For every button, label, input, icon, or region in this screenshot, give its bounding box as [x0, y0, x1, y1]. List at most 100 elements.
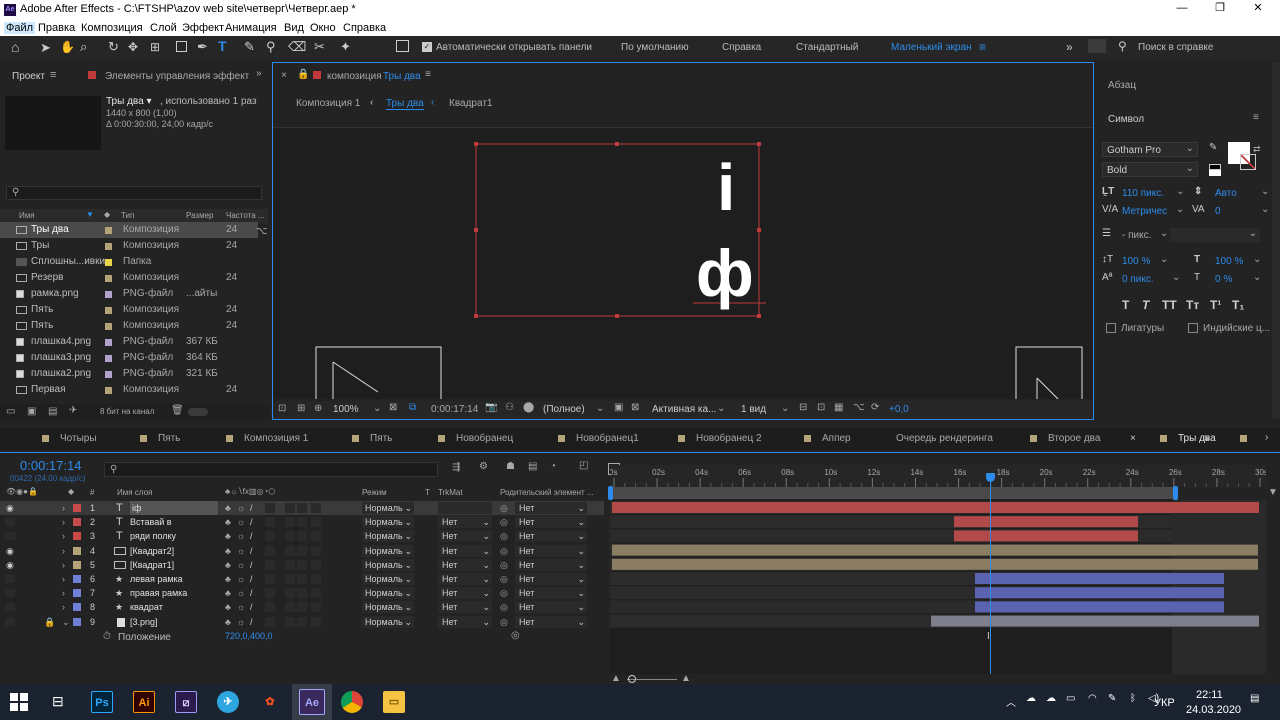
- parent-select[interactable]: Нет ⌄: [515, 558, 587, 571]
- region-icon[interactable]: ⊕: [314, 403, 322, 414]
- parent-select[interactable]: Нет ⌄: [515, 530, 587, 543]
- camera-select[interactable]: Активная ка...: [652, 404, 716, 415]
- chevron-down-icon[interactable]: ⌄: [596, 403, 604, 414]
- layer-switch-box[interactable]: [285, 531, 295, 542]
- label-color-swatch[interactable]: [105, 323, 112, 330]
- visibility-eye-icon[interactable]: ◉: [6, 544, 14, 558]
- layer-switch-box[interactable]: [265, 574, 275, 584]
- resolution-grid-icon[interactable]: ⊠: [389, 402, 397, 413]
- hand-tool-icon[interactable]: ✋: [60, 40, 75, 54]
- camera-tool-icon[interactable]: ✥: [128, 40, 138, 54]
- workspace-menu-icon[interactable]: ≡: [979, 40, 986, 54]
- swap-colors-icon[interactable]: ⇄: [1253, 144, 1261, 155]
- search-help-box[interactable]: [1088, 39, 1106, 53]
- views-select[interactable]: 1 вид: [741, 404, 766, 415]
- quality-switch-icon[interactable]: /: [250, 615, 253, 629]
- expand-arrow-icon[interactable]: ⌄: [62, 615, 70, 629]
- chevron-down-icon[interactable]: ⌄: [1172, 272, 1180, 283]
- layer-row[interactable]: › 6 ★ левая рамка ♣ ☼ / Нормаль ⌄ Нет ⌄ ◎ Нет ⌄: [0, 572, 604, 586]
- layer-switch-box[interactable]: [311, 574, 321, 584]
- project-item[interactable]: Резерв Композиция 24: [0, 270, 258, 286]
- visibility-toggle[interactable]: [5, 617, 15, 626]
- render-icon[interactable]: ✈: [69, 405, 77, 416]
- layer-switch-box[interactable]: [285, 616, 295, 627]
- layer-row[interactable]: › 2 T Вставай в ♣ ☼ / Нормаль ⌄ Нет ⌄ ◎ Нет ⌄: [0, 515, 604, 529]
- parent-select[interactable]: Нет ⌄: [515, 615, 587, 628]
- parent-select[interactable]: Нет ⌄: [515, 544, 587, 557]
- expand-arrow-icon[interactable]: ›: [62, 572, 65, 586]
- stroke-color-swatch[interactable]: [1240, 154, 1256, 170]
- visibility-toggle[interactable]: [5, 532, 15, 541]
- layer-name[interactable]: Вставай в: [130, 515, 172, 529]
- layer-row[interactable]: › 8 ★ квадрат ♣ ☼ / Нормаль ⌄ Нет ⌄ ◎ Нет ⌄: [0, 600, 604, 614]
- menu-composition[interactable]: Композиция: [81, 22, 143, 34]
- label-col-icon[interactable]: ◆: [104, 210, 110, 219]
- layer-switch-box[interactable]: [297, 588, 307, 599]
- shy-switch-icon[interactable]: ♣: [225, 501, 231, 515]
- layer-label-color[interactable]: [73, 589, 81, 598]
- snapshot-icon[interactable]: 📷: [485, 402, 497, 413]
- blend-mode-select[interactable]: Нормаль ⌄: [362, 615, 414, 628]
- track-matte-select[interactable]: Нет ⌄: [438, 530, 492, 543]
- menu-effect[interactable]: Эффект: [182, 22, 224, 34]
- pen-tray-icon[interactable]: ✎: [1108, 693, 1116, 704]
- layer-label-color[interactable]: [73, 504, 81, 512]
- pick-whip-icon[interactable]: ◎: [500, 515, 508, 529]
- pick-whip-icon[interactable]: ◎: [500, 572, 508, 586]
- quality-switch-icon[interactable]: /: [250, 600, 253, 614]
- chevron-down-icon[interactable]: ⌄: [1176, 204, 1184, 215]
- project-item[interactable]: плашка2.png PNG-файл 321 КБ: [0, 366, 258, 382]
- layer-duration-bar[interactable]: [612, 502, 1259, 513]
- menu-layer[interactable]: Слой: [150, 22, 177, 34]
- pan-behind-tool-icon[interactable]: ⊞: [150, 40, 160, 54]
- project-item[interactable]: Сплошны...ивки Папка: [0, 254, 258, 270]
- quality-switch-icon[interactable]: /: [250, 586, 253, 600]
- expand-arrow-icon[interactable]: ›: [62, 558, 65, 572]
- interpret-footage-icon[interactable]: ▭: [6, 406, 15, 417]
- auto-open-checkbox[interactable]: ✓: [422, 42, 432, 52]
- zoom-out-icon[interactable]: ▲: [611, 673, 621, 684]
- close-comp-icon[interactable]: ×: [281, 70, 287, 81]
- kerning-value[interactable]: Метричес: [1122, 206, 1167, 217]
- layer-duration-bar[interactable]: [954, 530, 1138, 542]
- layer-switch-box[interactable]: [311, 531, 321, 542]
- visibility-eye-icon[interactable]: ◉: [6, 501, 14, 515]
- col-name[interactable]: Имя: [19, 211, 35, 220]
- label-color-swatch[interactable]: [105, 227, 112, 234]
- layer-switch-box[interactable]: [285, 588, 295, 599]
- brush-tool-icon[interactable]: ✎: [244, 39, 255, 55]
- layer-switch-box[interactable]: [265, 503, 275, 513]
- project-tab-menu-icon[interactable]: ≡: [50, 69, 56, 81]
- col-size[interactable]: Размер: [186, 211, 214, 220]
- onedrive-icon[interactable]: ☁: [1026, 693, 1036, 704]
- faux-bold-icon[interactable]: T: [1122, 298, 1129, 312]
- layer-name[interactable]: іф: [130, 501, 218, 515]
- windows-start-icon[interactable]: [10, 693, 28, 711]
- parent-select[interactable]: Нет ⌄: [515, 587, 587, 600]
- layer-switch-box[interactable]: [311, 545, 321, 556]
- eraser-tool-icon[interactable]: ⌫: [288, 39, 306, 55]
- work-area-start-handle[interactable]: [608, 486, 613, 500]
- selection-tool-icon[interactable]: ➤: [40, 40, 51, 56]
- mask-toggle-icon[interactable]: ⊞: [297, 403, 305, 414]
- shy-switch-icon[interactable]: ♣: [225, 615, 231, 629]
- layer-switch-box[interactable]: [297, 517, 307, 528]
- chevron-down-icon[interactable]: ⌄: [717, 403, 725, 414]
- figma-icon[interactable]: ✿: [259, 691, 281, 713]
- project-item[interactable]: плашка3.png PNG-файл 364 КБ: [0, 350, 258, 366]
- minimize-button[interactable]: —: [1172, 2, 1192, 14]
- layer-switch-box[interactable]: [265, 559, 275, 570]
- layer-switch-box[interactable]: [265, 517, 275, 528]
- layer-switch-box[interactable]: [265, 616, 275, 627]
- menu-edit[interactable]: Правка: [38, 22, 75, 34]
- label-color-swatch[interactable]: [105, 259, 112, 266]
- clone-tool-icon[interactable]: ⚲: [266, 39, 276, 55]
- workspace-help[interactable]: Справка: [722, 42, 761, 53]
- tracking-value[interactable]: 0: [1215, 206, 1221, 217]
- quality-switch-icon[interactable]: /: [250, 558, 253, 572]
- close-tab-icon[interactable]: ×: [1130, 429, 1136, 449]
- layer-duration-bar[interactable]: [975, 587, 1224, 599]
- parent-header[interactable]: Родительский элемент ...: [500, 488, 594, 497]
- lock-icon[interactable]: 🔒: [44, 615, 55, 629]
- track-matte-select[interactable]: Нет ⌄: [438, 615, 492, 628]
